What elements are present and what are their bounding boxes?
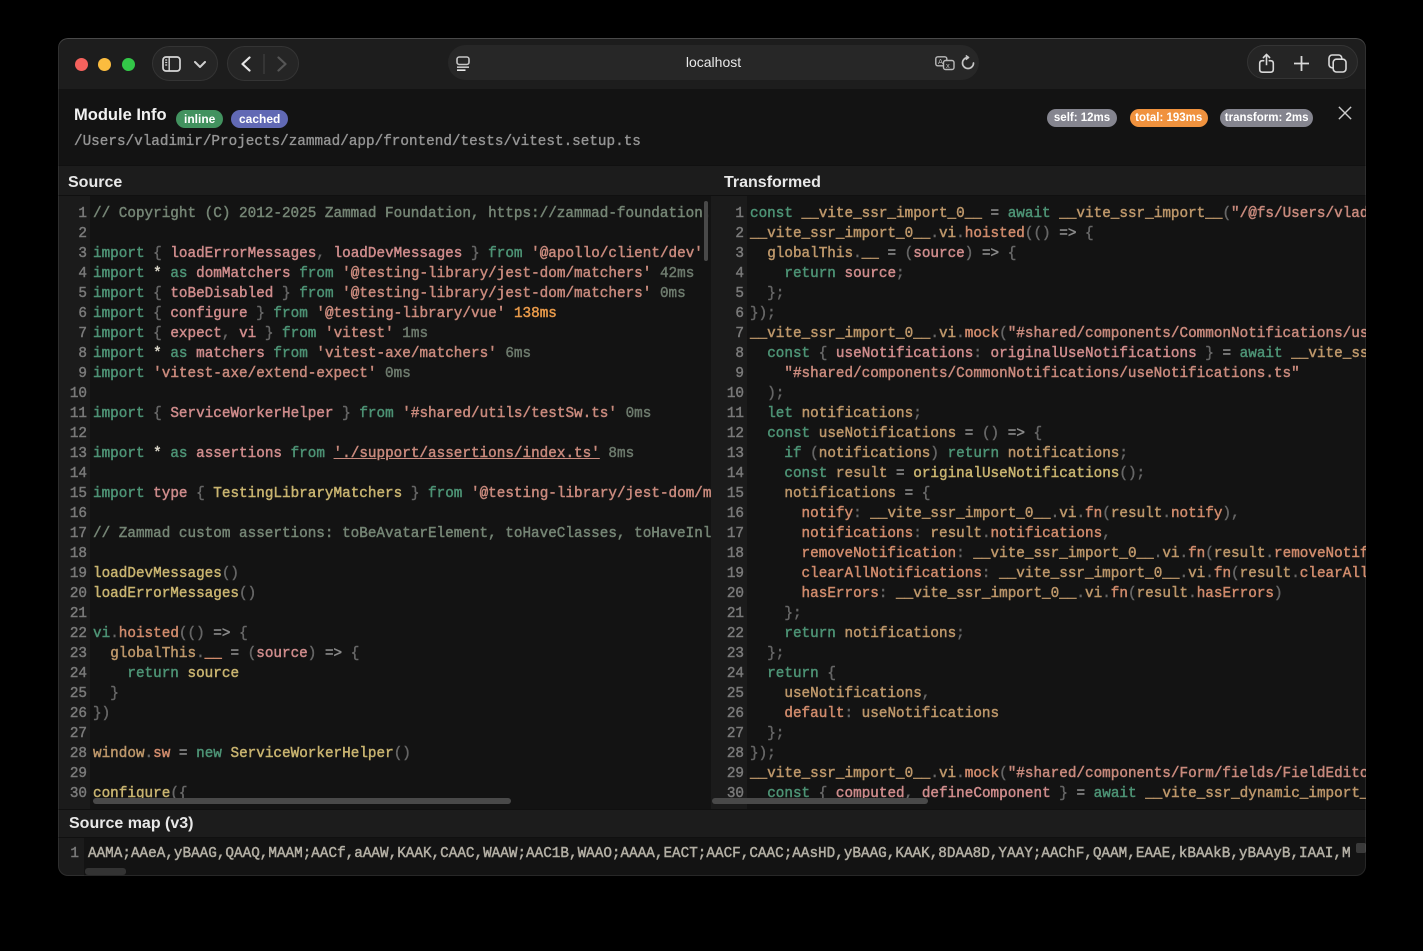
svg-text:A: A (938, 57, 943, 66)
svg-text:x: x (946, 61, 950, 70)
